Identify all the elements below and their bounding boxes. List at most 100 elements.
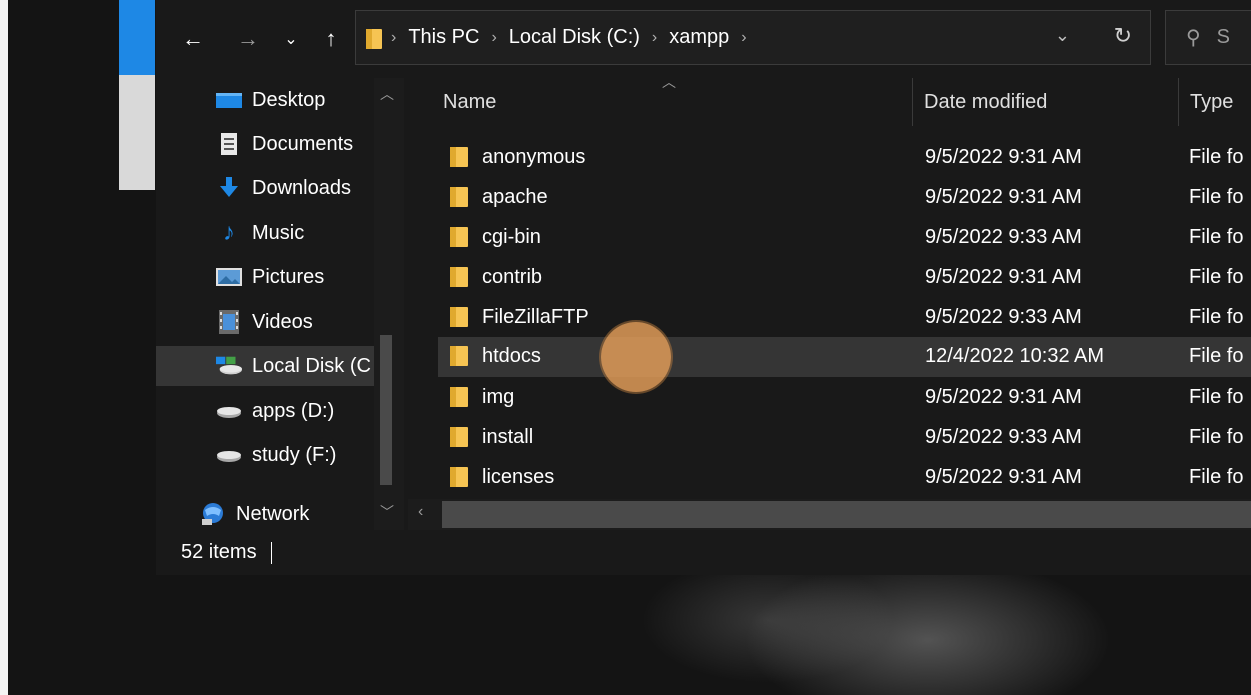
downloads-icon bbox=[216, 177, 242, 199]
item-count: 52 items bbox=[181, 541, 257, 563]
folder-icon bbox=[450, 267, 468, 287]
nav-item-videos[interactable]: Videos bbox=[156, 302, 374, 342]
file-date-modified: 9/5/2022 9:31 AM bbox=[925, 466, 1082, 488]
breadcrumb-this-pc[interactable]: This PC bbox=[402, 26, 485, 49]
file-row[interactable]: contrib 9/5/2022 9:31 AM File fo bbox=[438, 258, 1251, 298]
file-date-modified: 9/5/2022 9:31 AM bbox=[925, 186, 1082, 208]
forward-button[interactable]: → bbox=[231, 22, 265, 56]
up-button[interactable]: ↑ bbox=[314, 22, 348, 56]
recent-locations-button[interactable]: ⌄ bbox=[274, 22, 308, 56]
file-date-modified: 12/4/2022 10:32 AM bbox=[925, 345, 1105, 367]
nav-item-apps-drive[interactable]: apps (D:) bbox=[156, 391, 374, 431]
file-type: File fo bbox=[1189, 426, 1244, 448]
nav-pane-scrollbar[interactable]: ︿ ﹀ bbox=[374, 78, 404, 530]
up-arrow-icon: ↑ bbox=[325, 26, 337, 51]
file-date-modified: 9/5/2022 9:31 AM bbox=[925, 266, 1082, 288]
file-list-pane: ︿ Name Date modified Type anonymous 9/5/2… bbox=[408, 74, 1251, 530]
file-explorer-window: ← → ⌄ ↑ › This PC › Local Disk (C:) › xa… bbox=[156, 0, 1251, 575]
nav-item-network[interactable]: Network bbox=[156, 494, 374, 534]
file-name: apache bbox=[482, 186, 548, 208]
folder-icon bbox=[450, 467, 468, 487]
nav-item-label: Documents bbox=[252, 132, 354, 155]
file-row[interactable]: apache 9/5/2022 9:31 AM File fo bbox=[438, 178, 1251, 218]
column-divider[interactable] bbox=[1178, 78, 1179, 126]
pictures-icon bbox=[216, 266, 242, 288]
address-bar[interactable]: › This PC › Local Disk (C:) › xampp › ⌄ … bbox=[355, 10, 1151, 65]
breadcrumb-xampp[interactable]: xampp bbox=[663, 26, 735, 49]
drive-icon bbox=[216, 400, 242, 422]
drive-icon bbox=[216, 444, 242, 466]
nav-item-pictures[interactable]: Pictures bbox=[156, 257, 374, 297]
file-row[interactable]: anonymous 9/5/2022 9:31 AM File fo bbox=[438, 138, 1251, 178]
column-header-name[interactable]: Name bbox=[443, 78, 913, 126]
breadcrumb-separator-icon[interactable]: › bbox=[735, 29, 752, 47]
nav-item-downloads[interactable]: Downloads bbox=[156, 168, 374, 208]
file-date-modified: 9/5/2022 9:31 AM bbox=[925, 146, 1082, 168]
file-row[interactable]: FileZillaFTP 9/5/2022 9:33 AM File fo bbox=[438, 298, 1251, 338]
nav-item-documents[interactable]: Documents bbox=[156, 124, 374, 164]
scroll-up-icon[interactable]: ︿ bbox=[380, 84, 394, 104]
horizontal-scroll-thumb[interactable] bbox=[442, 501, 1251, 528]
file-row[interactable]: cgi-bin 9/5/2022 9:33 AM File fo bbox=[438, 218, 1251, 258]
file-name: licenses bbox=[482, 466, 555, 488]
search-icon: ⚲ bbox=[1186, 27, 1201, 49]
file-type: File fo bbox=[1189, 146, 1244, 168]
file-row[interactable]: install 9/5/2022 9:33 AM File fo bbox=[438, 418, 1251, 458]
network-icon bbox=[200, 503, 226, 525]
folder-icon bbox=[366, 28, 382, 49]
breadcrumb-local-disk[interactable]: Local Disk (C:) bbox=[503, 26, 646, 49]
videos-icon bbox=[216, 310, 242, 334]
back-button[interactable]: ← bbox=[176, 22, 210, 56]
nav-item-label: Downloads bbox=[252, 176, 351, 199]
scroll-down-icon[interactable]: ﹀ bbox=[380, 502, 394, 522]
file-name: img bbox=[482, 386, 515, 408]
refresh-icon[interactable]: ↻ bbox=[1114, 23, 1132, 49]
desktop-icon bbox=[216, 89, 242, 111]
column-header-date-modified[interactable]: Date modified bbox=[924, 78, 1174, 126]
folder-icon bbox=[450, 307, 468, 327]
horizontal-scrollbar[interactable]: ‹ bbox=[408, 499, 1251, 530]
nav-item-label: Pictures bbox=[252, 265, 325, 288]
column-header-type[interactable]: Type bbox=[1190, 78, 1251, 126]
nav-item-study-drive[interactable]: study (F:) bbox=[156, 435, 374, 475]
file-name: contrib bbox=[482, 266, 543, 288]
local-disk-icon bbox=[216, 355, 242, 377]
column-header-label: Date modified bbox=[924, 90, 1048, 113]
status-bar: 52 items bbox=[156, 530, 1251, 575]
nav-item-label: Local Disk (C bbox=[252, 354, 371, 377]
nav-pane-scroll-thumb[interactable] bbox=[380, 335, 392, 485]
file-date-modified: 9/5/2022 9:33 AM bbox=[925, 306, 1082, 328]
nav-item-music[interactable]: ♪ Music bbox=[156, 213, 374, 253]
forward-arrow-icon: → bbox=[237, 26, 259, 51]
column-header-label: Type bbox=[1190, 90, 1234, 113]
file-type: File fo bbox=[1189, 226, 1244, 248]
click-indicator bbox=[601, 322, 671, 392]
chevron-down-icon: ⌄ bbox=[284, 31, 298, 48]
breadcrumb-separator-icon: › bbox=[391, 28, 397, 46]
nav-item-local-disk[interactable]: Local Disk (C bbox=[156, 346, 374, 386]
breadcrumb-separator-icon[interactable]: › bbox=[646, 29, 663, 47]
nav-item-desktop[interactable]: Desktop bbox=[156, 80, 374, 120]
search-placeholder: S bbox=[1216, 26, 1230, 48]
address-dropdown-icon[interactable]: ⌄ bbox=[1055, 25, 1070, 46]
file-type: File fo bbox=[1189, 386, 1244, 408]
nav-item-label: Network bbox=[236, 502, 310, 525]
file-row[interactable]: htdocs 12/4/2022 10:32 AM File fo bbox=[438, 337, 1251, 377]
file-date-modified: 9/5/2022 9:33 AM bbox=[925, 426, 1082, 448]
column-divider[interactable] bbox=[912, 78, 913, 126]
breadcrumb-separator-icon[interactable]: › bbox=[485, 29, 502, 47]
music-icon: ♪ bbox=[223, 219, 235, 246]
file-type: File fo bbox=[1189, 466, 1244, 488]
file-type: File fo bbox=[1189, 345, 1244, 367]
nav-item-label: Desktop bbox=[252, 88, 326, 111]
search-box[interactable]: ⚲ S bbox=[1165, 10, 1251, 65]
file-type: File fo bbox=[1189, 306, 1244, 328]
folder-icon bbox=[450, 387, 468, 407]
folder-icon bbox=[450, 147, 468, 167]
file-type: File fo bbox=[1189, 266, 1244, 288]
scroll-left-icon[interactable]: ‹ bbox=[418, 503, 423, 521]
file-name: cgi-bin bbox=[482, 226, 541, 248]
file-row[interactable]: licenses 9/5/2022 9:31 AM File fo bbox=[438, 458, 1251, 498]
file-row[interactable]: img 9/5/2022 9:31 AM File fo bbox=[438, 378, 1251, 418]
nav-item-label: apps (D:) bbox=[252, 399, 335, 422]
